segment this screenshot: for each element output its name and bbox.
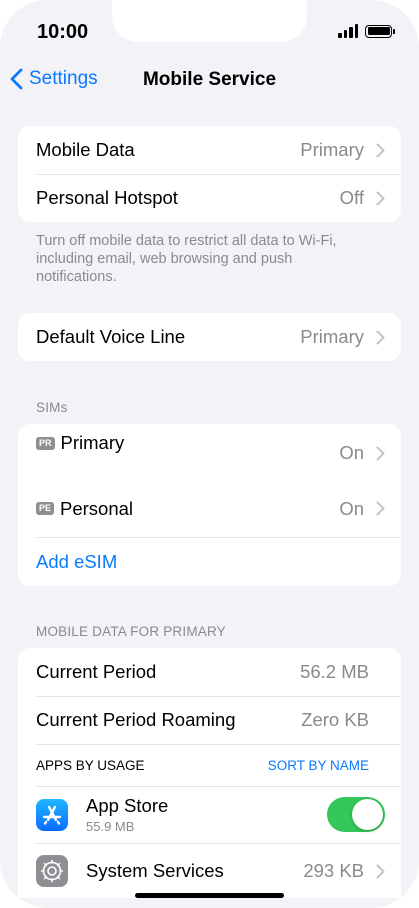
sims-header: SIMs	[36, 400, 68, 415]
app-size: 55.9 MB	[86, 819, 135, 834]
add-esim-button[interactable]: Add eSIM	[18, 537, 401, 586]
battery-icon	[365, 24, 395, 38]
chevron-right-icon	[376, 191, 385, 205]
app-name: System Services	[86, 860, 224, 881]
sim-value: On	[339, 497, 364, 519]
mobile-data-group: Mobile Data Primary Personal Hotspot Off	[18, 126, 401, 222]
row-label: Current Period Roaming	[36, 709, 236, 730]
chevron-right-icon	[376, 143, 385, 157]
personal-hotspot-row[interactable]: Personal Hotspot Off	[18, 174, 401, 222]
sims-group: PR Primary On PE Personal On Add eSIM	[18, 424, 401, 586]
apps-by-usage-header-row: APPS BY USAGE SORT BY NAME	[18, 744, 401, 786]
sort-by-name-button[interactable]: SORT BY NAME	[268, 758, 369, 773]
chevron-right-icon	[376, 501, 385, 516]
sim-row-primary[interactable]: PR Primary On	[18, 424, 401, 480]
status-time: 10:00	[37, 21, 89, 43]
gear-icon	[36, 855, 68, 887]
sim-badge: PE	[36, 502, 55, 515]
mobile-data-footnote: Turn off mobile data to restrict all dat…	[36, 233, 337, 285]
status-icons	[338, 24, 395, 38]
navigation-bar: Settings Mobile Service	[0, 62, 419, 98]
voice-line-group: Default Voice Line Primary	[18, 313, 401, 361]
row-label: Mobile Data	[36, 139, 135, 160]
sim-label: Personal	[60, 497, 134, 519]
chevron-right-icon	[376, 446, 385, 460]
row-value: Primary	[300, 326, 364, 347]
row-value: Zero KB	[301, 709, 369, 730]
row-label: Personal Hotspot	[36, 187, 178, 208]
app-store-icon	[36, 798, 68, 831]
sim-badge: PR	[36, 436, 55, 450]
notch	[112, 0, 307, 42]
add-esim-label: Add eSIM	[36, 550, 118, 572]
row-value: Off	[339, 187, 364, 208]
current-period-row: Current Period 56.2 MB	[18, 648, 401, 696]
sim-row-personal[interactable]: PE Personal On	[18, 480, 401, 537]
app-row-system-services[interactable]: System Services 293 KB	[18, 843, 401, 898]
mobile-data-row[interactable]: Mobile Data Primary	[18, 126, 401, 174]
row-label: Current Period	[36, 661, 157, 682]
apps-by-usage-header: APPS BY USAGE	[36, 757, 145, 773]
signal-icon	[338, 24, 358, 38]
default-voice-line-row[interactable]: Default Voice Line Primary	[18, 313, 401, 361]
sim-label: Primary	[60, 432, 125, 453]
app-value: 293 KB	[303, 860, 364, 881]
row-value: Primary	[300, 139, 364, 160]
row-value: 56.2 MB	[300, 661, 369, 682]
home-indicator[interactable]	[135, 893, 284, 898]
row-label: Default Voice Line	[36, 326, 186, 347]
chevron-right-icon	[376, 330, 385, 344]
usage-header: MOBILE DATA FOR PRIMARY	[36, 624, 226, 639]
app-name: App Store	[86, 795, 169, 816]
app-row-app-store: App Store 55.9 MB	[18, 786, 401, 843]
sim-value: On	[339, 442, 364, 463]
usage-group: Current Period 56.2 MB Current Period Ro…	[18, 648, 401, 898]
phone-screen: 10:00 Settings Mobile Service Mobile Dat…	[0, 0, 419, 908]
current-period-roaming-row: Current Period Roaming Zero KB	[18, 696, 401, 744]
app-store-data-toggle[interactable]	[327, 797, 385, 832]
chevron-right-icon	[376, 864, 385, 878]
page-title: Mobile Service	[142, 69, 277, 90]
